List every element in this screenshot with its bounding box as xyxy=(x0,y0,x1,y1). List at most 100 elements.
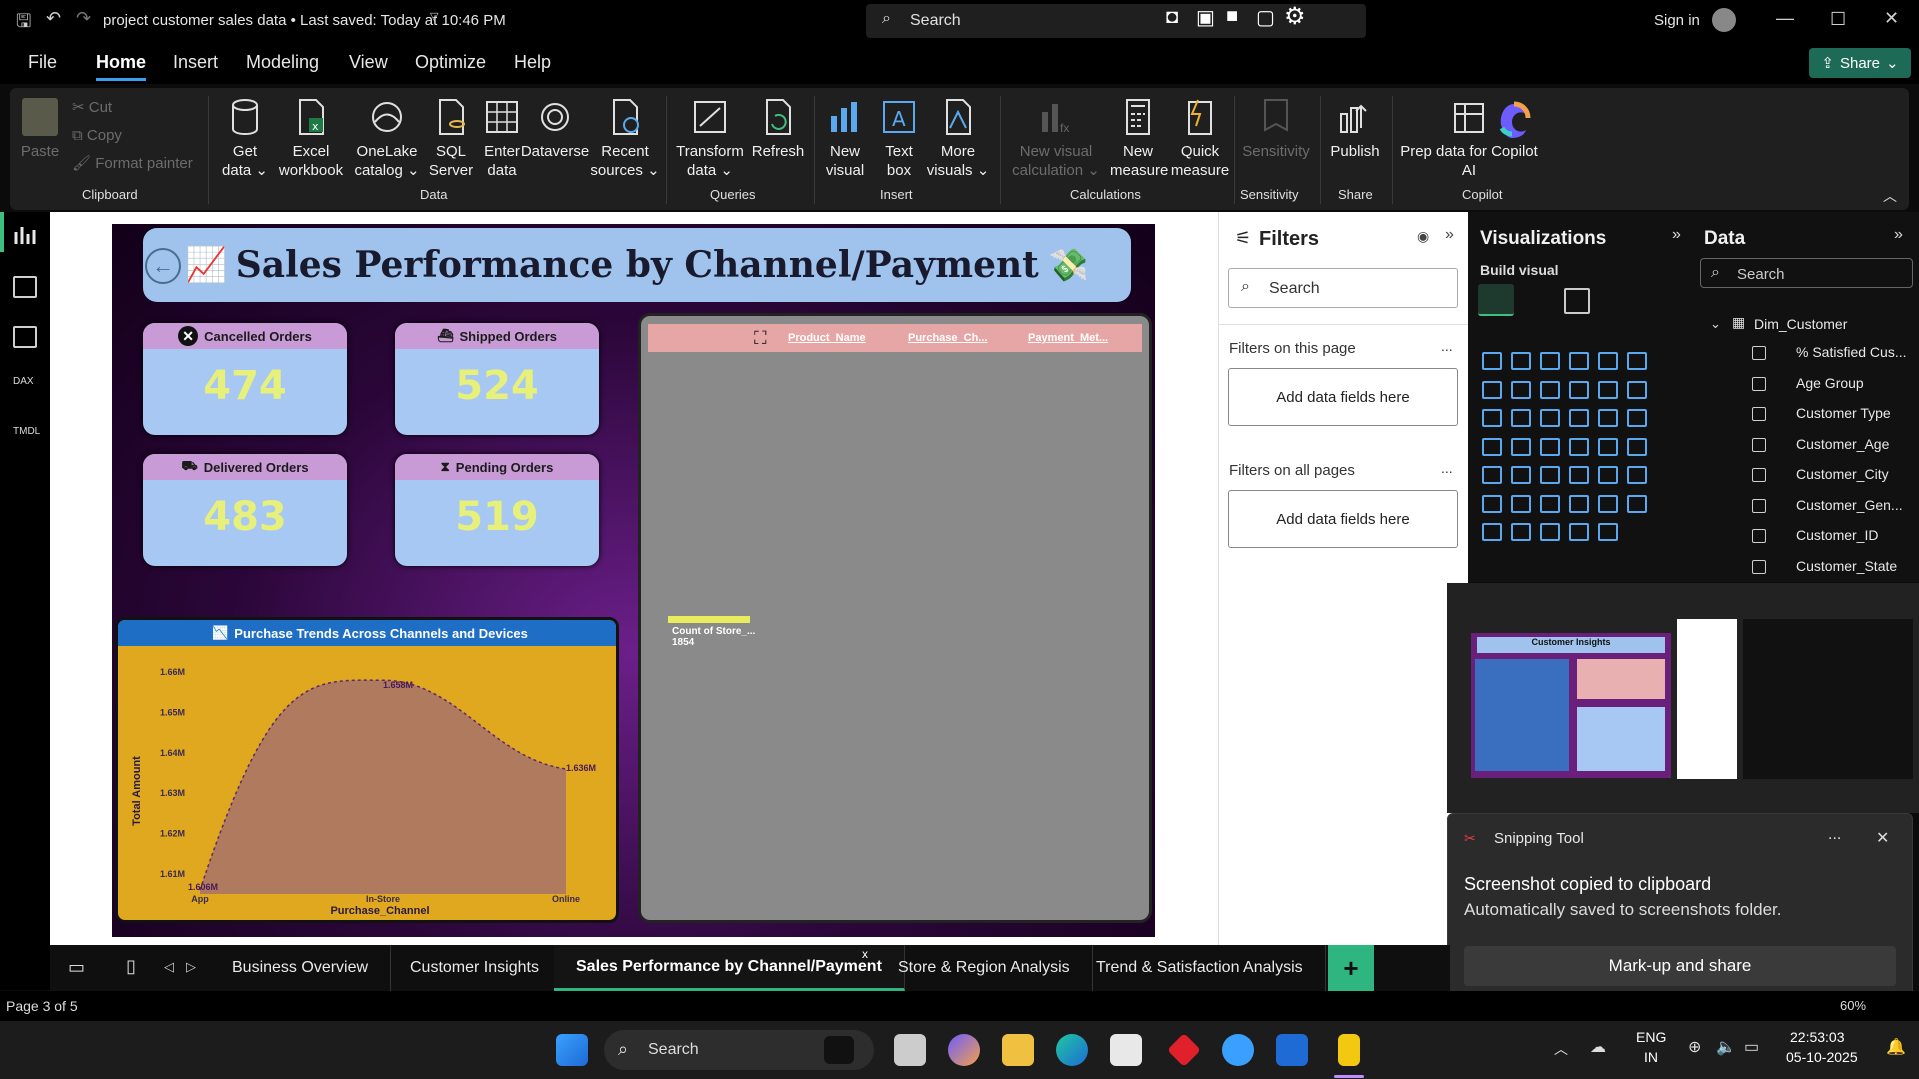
visual-type-icon[interactable] xyxy=(1598,409,1618,427)
visual-type-icon[interactable] xyxy=(1598,466,1618,484)
recent-sources-button[interactable]: Recent sources ⌄ xyxy=(590,98,660,180)
table-dim-customer[interactable]: Dim_Customer xyxy=(1754,316,1847,332)
file-explorer-icon[interactable] xyxy=(1002,1034,1034,1066)
visual-type-icon[interactable] xyxy=(1540,409,1560,427)
menu-view[interactable]: View xyxy=(349,52,388,73)
menu-insert[interactable]: Insert xyxy=(173,52,218,73)
visual-type-icon[interactable] xyxy=(1482,437,1502,456)
window-icon[interactable]: ▢ xyxy=(1256,5,1275,30)
build-visual-tab-icon[interactable] xyxy=(1478,284,1514,316)
task-view-icon[interactable] xyxy=(894,1034,926,1066)
data-field-row[interactable]: Customer_Gen... xyxy=(1692,495,1919,519)
notification-bell-icon[interactable]: 🔔 xyxy=(1886,1037,1906,1057)
sensitivity-button[interactable]: Sensitivity xyxy=(1238,98,1314,161)
tab-sales-performance[interactable]: Sales Performance by Channel/Payment xyxy=(554,945,905,991)
anydesk-icon[interactable] xyxy=(1167,1033,1201,1067)
data-field-row[interactable]: Customer_State xyxy=(1692,556,1919,580)
data-field-row[interactable]: Customer Type xyxy=(1692,403,1919,427)
store-icon[interactable] xyxy=(1110,1034,1142,1066)
refresh-button[interactable]: Refresh xyxy=(750,98,806,161)
visual-type-icon[interactable] xyxy=(1511,523,1531,541)
copilot-icon[interactable] xyxy=(1494,98,1534,138)
visual-type-icon[interactable] xyxy=(1482,523,1502,541)
dataverse-button[interactable]: Dataverse xyxy=(520,98,590,161)
visual-type-icon[interactable] xyxy=(1511,466,1531,484)
field-checkbox[interactable] xyxy=(1752,376,1766,391)
redo-icon[interactable]: ↷ xyxy=(76,8,91,29)
data-field-row[interactable]: Customer_City xyxy=(1692,464,1919,488)
field-purchase-channel[interactable]: Purchase_Ch... xyxy=(908,332,987,344)
gear-icon[interactable]: ⚙ xyxy=(1284,2,1306,31)
table-view-icon[interactable] xyxy=(13,276,37,298)
next-page-icon[interactable]: ▷ xyxy=(186,959,196,975)
data-field-row[interactable]: Age Group xyxy=(1692,373,1919,397)
data-field-row[interactable]: Customer_ID xyxy=(1692,525,1919,549)
visual-type-icon[interactable] xyxy=(1540,437,1560,456)
quick-measure-button[interactable]: Quick measure xyxy=(1170,98,1230,180)
minimize-icon[interactable]: — xyxy=(1776,8,1794,29)
visual-type-icon[interactable] xyxy=(1569,494,1589,513)
menu-home[interactable]: Home xyxy=(96,52,147,81)
record-icon[interactable]: ◘ xyxy=(1166,6,1178,29)
taskbar-search[interactable]: ⌕ Search xyxy=(604,1030,874,1070)
visual-type-icon[interactable] xyxy=(1627,437,1647,456)
tab-trend-satisfaction[interactable]: Trend & Satisfaction Analysis xyxy=(1074,945,1326,991)
visual-type-icon[interactable] xyxy=(1540,466,1560,484)
clock-date[interactable]: 05-10-2025 xyxy=(1786,1049,1858,1065)
visual-type-icon[interactable] xyxy=(1569,352,1589,370)
visual-type-icon[interactable] xyxy=(1627,380,1647,399)
visual-type-icon[interactable] xyxy=(1511,380,1531,399)
region-label[interactable]: IN xyxy=(1644,1049,1658,1065)
network-icon[interactable]: ⊕ xyxy=(1688,1037,1701,1057)
cut-button[interactable]: ✂ Cut xyxy=(72,98,112,117)
eye-icon[interactable]: ◉ xyxy=(1417,228,1429,245)
edge-icon[interactable] xyxy=(1056,1034,1088,1066)
visual-type-icon[interactable] xyxy=(1482,352,1502,370)
text-box-button[interactable]: A Text box xyxy=(876,98,922,180)
filters-search-input[interactable]: ⌕ Search xyxy=(1228,268,1458,308)
power-bi-icon[interactable] xyxy=(1338,1034,1360,1066)
enter-data-button[interactable]: Enter data xyxy=(482,98,522,180)
sql-server-button[interactable]: SQL Server xyxy=(428,98,474,180)
collapse-filters-icon[interactable]: » xyxy=(1445,226,1454,244)
decomp-root-bar[interactable] xyxy=(668,616,750,623)
model-view-icon[interactable] xyxy=(13,326,37,348)
tab-store-region[interactable]: Store & Region Analysis xyxy=(876,945,1093,991)
menu-optimize[interactable]: Optimize xyxy=(415,52,486,73)
more-options-icon[interactable]: ... xyxy=(1441,460,1453,476)
show-hidden-icons[interactable]: ︿ xyxy=(1554,1039,1568,1059)
copy-button[interactable]: ⧉ Copy xyxy=(72,126,122,145)
share-button[interactable]: ⇪ Share ⌄ xyxy=(1809,48,1911,78)
visual-type-icon[interactable] xyxy=(1627,466,1647,484)
more-visuals-button[interactable]: More visuals ⌄ xyxy=(926,98,990,180)
new-measure-button[interactable]: New measure xyxy=(1110,98,1168,180)
windows-start-icon[interactable] xyxy=(556,1034,588,1066)
markup-share-button[interactable]: Mark-up and share xyxy=(1464,946,1896,986)
field-product-name[interactable]: Product_Name xyxy=(788,332,866,344)
format-painter-button[interactable]: 🖌 Format painter xyxy=(72,154,193,173)
visual-type-icon[interactable] xyxy=(1482,380,1502,399)
prev-page-icon[interactable]: ◁ xyxy=(164,959,174,975)
visual-type-icon[interactable] xyxy=(1627,494,1647,513)
visual-type-icon[interactable] xyxy=(1627,352,1647,370)
visual-type-icon[interactable] xyxy=(1598,494,1618,513)
tab-customer-insights[interactable]: Customer Insights xyxy=(388,945,562,991)
maximize-icon[interactable]: ☐ xyxy=(1830,9,1846,30)
visual-type-icon[interactable] xyxy=(1598,352,1618,370)
visual-type-icon[interactable] xyxy=(1511,409,1531,427)
expand-chevron-icon[interactable]: ⌄ xyxy=(1710,316,1721,332)
camera-icon[interactable]: ▣ xyxy=(1196,5,1215,30)
kpi-card-pending[interactable]: ⧗ Pending Orders 519 xyxy=(395,454,599,566)
publish-button[interactable]: Publish xyxy=(1326,98,1384,161)
data-field-row[interactable]: % Satisfied Cus... xyxy=(1692,342,1919,366)
outlook-icon[interactable] xyxy=(1276,1034,1308,1066)
mobile-layout-icon[interactable]: ▯ xyxy=(126,956,136,977)
excel-workbook-button[interactable]: x Excel workbook xyxy=(276,98,346,180)
field-checkbox[interactable] xyxy=(1752,468,1766,482)
field-checkbox[interactable] xyxy=(1752,529,1766,543)
onedrive-icon[interactable]: ☁ xyxy=(1590,1037,1606,1057)
visual-type-icon[interactable] xyxy=(1511,352,1531,370)
notification-close-icon[interactable]: ✕ xyxy=(1876,828,1889,848)
video-icon[interactable]: ■ xyxy=(1226,5,1238,28)
visual-type-icon[interactable] xyxy=(1511,437,1531,456)
